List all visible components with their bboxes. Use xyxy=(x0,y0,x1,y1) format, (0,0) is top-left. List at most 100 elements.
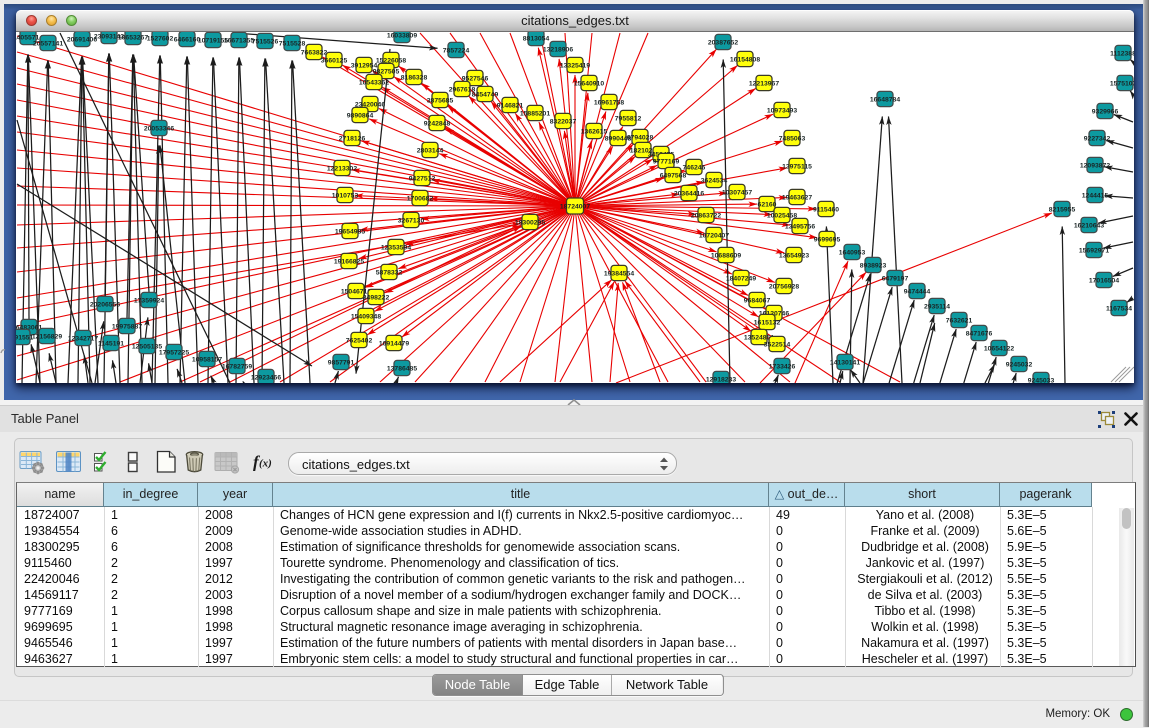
svg-text:2803144: 2803144 xyxy=(417,147,444,154)
svg-text:3875685: 3875685 xyxy=(427,97,454,104)
svg-text:9242848: 9242848 xyxy=(424,120,451,127)
svg-text:9684067: 9684067 xyxy=(744,297,771,304)
svg-text:9245032: 9245032 xyxy=(1006,361,1033,368)
svg-text:7857224: 7857224 xyxy=(443,47,470,54)
svg-text:9245033: 9245033 xyxy=(1028,377,1055,383)
svg-text:16961758: 16961758 xyxy=(594,99,624,106)
svg-text:16210643: 16210643 xyxy=(1074,222,1104,229)
svg-text:5878332: 5878332 xyxy=(376,269,403,276)
svg-text:3267130: 3267130 xyxy=(398,217,425,224)
svg-text:10543362: 10543362 xyxy=(359,79,389,86)
svg-text:15692971: 15692971 xyxy=(1079,247,1109,254)
svg-text:13218906: 13218906 xyxy=(543,46,573,53)
svg-text:8186328: 8186328 xyxy=(401,74,428,81)
svg-text:1733426: 1733426 xyxy=(769,363,796,370)
svg-text:12923466: 12923466 xyxy=(251,374,281,381)
svg-text:20691406: 20691406 xyxy=(67,36,97,43)
svg-text:10307457: 10307457 xyxy=(722,189,752,196)
svg-text:16033809: 16033809 xyxy=(387,32,417,39)
svg-text:17957225: 17957225 xyxy=(159,349,189,356)
svg-text:13654923: 13654923 xyxy=(779,252,809,259)
svg-text:12918233: 12918233 xyxy=(706,376,736,383)
svg-text:20756928: 20756928 xyxy=(769,283,799,290)
svg-text:12342717: 12342717 xyxy=(68,335,98,342)
svg-text:7632621: 7632621 xyxy=(946,317,973,324)
svg-text:19166825: 19166825 xyxy=(334,258,364,265)
svg-text:7515528: 7515528 xyxy=(279,40,306,47)
svg-text:1145191: 1145191 xyxy=(98,340,124,347)
svg-text:8322037: 8322037 xyxy=(550,118,577,125)
svg-text:6794028: 6794028 xyxy=(627,134,654,141)
svg-text:3624534: 3624534 xyxy=(701,177,728,184)
svg-text:3522514: 3522514 xyxy=(764,341,791,348)
svg-text:1615132: 1615132 xyxy=(754,319,781,326)
svg-text:746246: 746246 xyxy=(683,164,706,171)
svg-text:14130141: 14130141 xyxy=(830,359,860,366)
svg-text:18407249: 18407249 xyxy=(726,275,756,282)
svg-text:9115460: 9115460 xyxy=(813,206,839,213)
svg-text:20206556: 20206556 xyxy=(90,301,120,308)
svg-text:1010753: 1010753 xyxy=(332,192,359,199)
svg-text:13786485: 13786485 xyxy=(387,365,417,372)
svg-text:(x): (x) xyxy=(259,458,272,470)
svg-text:7515526: 7515526 xyxy=(252,38,279,45)
svg-text:18724007: 18724007 xyxy=(560,203,590,210)
svg-text:15885201: 15885201 xyxy=(520,110,550,117)
svg-text:16914479: 16914479 xyxy=(379,340,409,347)
svg-text:2935114: 2935114 xyxy=(924,303,950,310)
svg-text:13325419: 13325419 xyxy=(560,62,590,69)
svg-text:20863722: 20863722 xyxy=(691,212,721,219)
svg-text:12213302: 12213302 xyxy=(327,165,357,172)
svg-text:7625402: 7625402 xyxy=(346,337,373,344)
svg-text:1244415: 1244415 xyxy=(1082,192,1109,199)
svg-text:20364416: 20364416 xyxy=(674,190,704,197)
svg-text:7955812: 7955812 xyxy=(615,115,642,122)
svg-text:17016504: 17016504 xyxy=(1089,277,1119,284)
svg-text:12213967: 12213967 xyxy=(749,80,779,87)
svg-text:19463627: 19463627 xyxy=(782,194,812,201)
svg-text:1167534: 1167534 xyxy=(1106,305,1132,312)
svg-text:20053346: 20053346 xyxy=(144,125,174,132)
svg-text:9427512: 9427512 xyxy=(409,175,436,182)
svg-text:9777169: 9777169 xyxy=(653,158,680,165)
svg-text:7485063: 7485063 xyxy=(779,135,806,142)
svg-text:12505135: 12505135 xyxy=(132,343,162,350)
svg-text:19384554: 19384554 xyxy=(604,270,634,277)
svg-text:19975887: 19975887 xyxy=(112,323,142,330)
svg-text:9857791: 9857791 xyxy=(328,359,355,366)
svg-text:20387652: 20387652 xyxy=(708,39,738,46)
svg-text:15409348: 15409348 xyxy=(351,313,381,320)
svg-text:1700682: 1700682 xyxy=(407,195,434,202)
svg-text:6497568: 6497568 xyxy=(660,172,687,179)
svg-text:9890864: 9890864 xyxy=(347,112,374,119)
svg-text:12353594: 12353594 xyxy=(381,244,411,251)
svg-text:10653267: 10653267 xyxy=(118,34,148,41)
svg-text:13495756: 13495756 xyxy=(785,223,815,230)
svg-text:3498222: 3498222 xyxy=(363,294,390,301)
svg-text:1362615: 1362615 xyxy=(581,128,608,135)
svg-text:8454749: 8454749 xyxy=(472,91,499,98)
svg-text:8215955: 8215955 xyxy=(1049,206,1076,213)
svg-text:16782759: 16782759 xyxy=(222,363,252,370)
svg-text:7663822: 7663822 xyxy=(301,49,328,56)
svg-text:6479197: 6479197 xyxy=(882,275,909,282)
svg-text:18300295: 18300295 xyxy=(515,219,545,226)
svg-text:10958157: 10958157 xyxy=(192,356,222,363)
svg-text:17359924: 17359924 xyxy=(134,297,164,304)
svg-text:10688609: 10688609 xyxy=(711,252,741,259)
svg-text:9146821: 9146821 xyxy=(497,102,524,109)
svg-text:62160: 62160 xyxy=(758,201,777,208)
svg-text:9699695: 9699695 xyxy=(814,236,841,243)
svg-text:16154808: 16154808 xyxy=(730,56,760,63)
svg-text:8938923: 8938923 xyxy=(860,262,887,269)
svg-text:3660125: 3660125 xyxy=(321,57,348,64)
svg-text:9474444: 9474444 xyxy=(904,288,931,295)
svg-text:10025458: 10025458 xyxy=(767,212,797,219)
svg-text:16648784: 16648784 xyxy=(870,96,900,103)
svg-text:10973493: 10973493 xyxy=(767,107,797,114)
svg-text:12093872: 12093872 xyxy=(1080,162,1110,169)
svg-text:2718126: 2718126 xyxy=(339,135,366,142)
svg-text:13975115: 13975115 xyxy=(782,163,812,170)
svg-text:19654985: 19654985 xyxy=(335,228,365,235)
svg-text:16671355: 16671355 xyxy=(224,37,254,44)
